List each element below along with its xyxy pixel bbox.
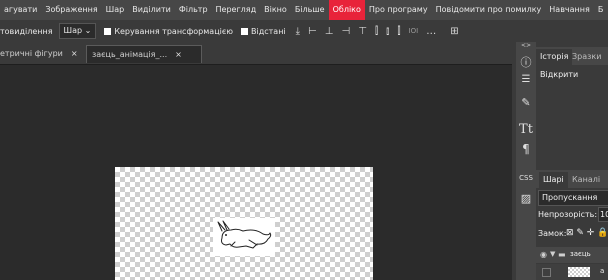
lock-icons[interactable]: ⊠ ✎ ✛ 🔒 — [566, 228, 608, 238]
side-panel: Історія Зразки Відкрити Шарі Каналі Проп… — [536, 42, 608, 280]
menu-item[interactable]: Шар — [102, 0, 129, 20]
history-panel-tabs: Історія Зразки — [536, 47, 608, 65]
tab-history[interactable]: Історія — [536, 49, 573, 65]
tool-options-bar: товиділення Шар ⌄ Керування трансформаці… — [0, 20, 608, 42]
align-center-icon[interactable]: ⊥ — [325, 26, 334, 37]
distribute-center-icon[interactable]: ⫾ — [386, 26, 389, 37]
menu-item[interactable]: Повідомити про помилку — [432, 0, 546, 20]
collapse-toggle[interactable]: <> — [516, 42, 536, 49]
eye-icon[interactable]: ◉ — [540, 250, 547, 259]
align-right-icon[interactable]: ⊣ — [342, 26, 351, 37]
adjust-icon[interactable]: ☰ — [516, 74, 536, 85]
menu-bar: агувати Зображення Шар Виділити Фільтр Перегл… — [0, 0, 608, 20]
tab-swatches[interactable]: Зразки — [568, 49, 605, 65]
distribute-right-icon[interactable]: ⫿ — [397, 26, 400, 37]
opacity-label: Непрозорість: — [538, 210, 598, 219]
close-icon[interactable]: × — [175, 50, 182, 59]
menu-item[interactable]: агувати — [0, 0, 41, 20]
folder-icon: ▬ — [558, 250, 566, 259]
menu-item[interactable]: Більше — [291, 0, 329, 20]
tab-channels[interactable]: Каналі — [568, 172, 604, 188]
menu-item[interactable]: Обліко — [328, 0, 365, 20]
character-icon[interactable]: Tt — [516, 122, 536, 137]
layer-select-value: Шар — [63, 26, 83, 35]
lock-label: Замок: — [538, 229, 567, 238]
layer-select[interactable]: Шар ⌄ — [58, 23, 97, 39]
tab-layers[interactable]: Шарі — [539, 172, 568, 188]
layer-checkbox[interactable] — [542, 268, 551, 277]
menu-item[interactable]: Навчання — [545, 0, 594, 20]
opacity-input[interactable]: 10 — [598, 207, 608, 222]
rabbit-body — [221, 228, 272, 249]
rabbit-front-leg — [230, 241, 236, 247]
tab-rabbit-animation[interactable]: заєць_анімація_... × — [86, 45, 202, 63]
tab-shapes[interactable]: етричні фігури × — [0, 45, 85, 62]
menu-item[interactable]: Перегляд — [212, 0, 261, 20]
tab-label: заєць_анімація_... — [92, 50, 168, 59]
info-icon[interactable]: ⓘ — [516, 54, 536, 70]
chevron-down-icon: ⌄ — [84, 26, 92, 35]
menu-item[interactable]: Виділити — [128, 0, 175, 20]
rabbit-sprite — [213, 218, 275, 256]
more-icon[interactable]: … — [426, 26, 436, 37]
css-icon[interactable]: CSS — [516, 174, 536, 182]
align-left-icon[interactable]: ⊢ — [308, 26, 317, 37]
align-top-icon[interactable]: ⊤ — [358, 26, 367, 37]
menu-item[interactable]: Зображення — [41, 0, 101, 20]
brush-settings-icon[interactable]: ✎ — [516, 96, 536, 109]
grid-icon[interactable]: ⊞ — [450, 26, 458, 37]
blend-mode-select[interactable]: Пропускання — [538, 190, 608, 206]
distances-label: Відстані — [251, 26, 286, 36]
layer-row[interactable]: а — [536, 264, 608, 280]
distribute-left-icon[interactable]: ⫿ — [375, 26, 378, 37]
blend-mode-value: Пропускання — [542, 193, 598, 202]
chevron-down-icon[interactable]: ▼ — [550, 250, 555, 258]
document-tab-bar: етричні фігури × заєць_анімація_... × — [0, 42, 512, 65]
paragraph-icon[interactable]: ¶ — [516, 142, 536, 156]
menu-item[interactable]: Фільтр — [175, 0, 212, 20]
tab-label: етричні фігури — [0, 49, 63, 58]
image-icon[interactable]: ▨ — [516, 192, 536, 205]
menu-item[interactable]: Б — [594, 0, 608, 20]
layer-thumbnail — [568, 267, 590, 277]
rabbit-drawing — [217, 220, 272, 249]
distribute-icon[interactable]: IOI — [409, 27, 419, 35]
layer-name[interactable]: заєць — [570, 250, 591, 258]
menu-item[interactable]: Про програму — [365, 0, 432, 20]
opacity-value: 10 — [600, 210, 608, 219]
layer-name[interactable]: а — [600, 267, 604, 275]
layers-panel-tabs: Шарі Каналі — [536, 170, 608, 188]
close-icon[interactable]: × — [71, 49, 78, 58]
transform-controls-checkbox[interactable] — [104, 27, 112, 35]
transform-controls-label: Керування трансформацією — [114, 26, 233, 36]
menu-item[interactable]: Вікно — [260, 0, 291, 20]
panel-tool-strip: <> ⓘ ☰ ✎ Tt ¶ CSS ▨ — [516, 42, 536, 280]
download-icon[interactable]: ⤓ — [296, 26, 300, 37]
rabbit-eye — [225, 234, 227, 236]
distances-checkbox[interactable] — [241, 27, 248, 35]
rabbit-leg — [248, 239, 258, 246]
history-item[interactable]: Відкрити — [540, 70, 578, 79]
auto-select-label: товиділення — [0, 26, 53, 36]
layer-row[interactable]: ◉ ▼ ▬ заєць — [536, 247, 608, 263]
